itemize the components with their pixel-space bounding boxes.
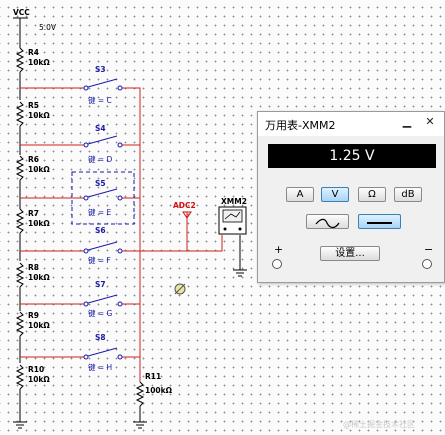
- r4-value: 10kΩ: [28, 58, 50, 67]
- multimeter-titlebar[interactable]: 万用表-XMM2 ▁ ✕: [258, 112, 444, 136]
- settings-button[interactable]: 设置...: [320, 246, 380, 261]
- mode-ammeter-button[interactable]: A: [286, 187, 314, 202]
- s5-name: S5: [95, 179, 106, 188]
- r8-name: R8: [28, 263, 39, 272]
- r5-value: 10kΩ: [28, 111, 50, 120]
- mode-ohmmeter-button[interactable]: Ω: [358, 187, 386, 202]
- multimeter-reading: 1.25 V: [268, 144, 436, 168]
- vcc-source[interactable]: VCC 5.0V: [13, 8, 57, 45]
- ac-mode-button[interactable]: [306, 214, 349, 229]
- s3-key: 键 = C: [88, 95, 112, 105]
- close-icon[interactable]: ✕: [421, 114, 439, 130]
- r10-name: R10: [28, 365, 44, 374]
- dc-mode-button[interactable]: [358, 214, 401, 229]
- dc-line-icon: [367, 222, 392, 224]
- ac-wave-icon: [315, 218, 340, 229]
- vcc-value: 5.0V: [39, 23, 57, 32]
- s6-name: S6: [95, 226, 106, 235]
- negative-terminal[interactable]: [422, 259, 432, 269]
- s4-key: 键 = D: [88, 154, 113, 164]
- r7-value: 10kΩ: [28, 219, 50, 228]
- positive-terminal[interactable]: [272, 259, 282, 269]
- vcc-label: VCC: [13, 8, 30, 17]
- meter-label: XMM2: [221, 197, 247, 206]
- s8-name: S8: [95, 333, 106, 342]
- minimize-icon[interactable]: ▁: [398, 114, 416, 130]
- mode-db-button[interactable]: dB: [394, 187, 422, 202]
- probe-label: ADC2: [173, 201, 196, 210]
- s7-key: 键 = G: [88, 308, 113, 318]
- r5-name: R5: [28, 101, 39, 110]
- r11-value: 100kΩ: [145, 386, 173, 395]
- plus-label: +: [274, 243, 284, 256]
- switch-labels: S3 键 = C S4 键 = D S5 键 = E S6 键 = F S7 键…: [88, 65, 113, 372]
- minus-label: −: [424, 243, 434, 256]
- mouse-cursor-icon: [174, 283, 186, 295]
- watermark: @稀土掘金技术社区: [343, 419, 415, 429]
- r11-name: R11: [145, 372, 161, 381]
- s8-key: 键 = H: [88, 362, 112, 372]
- ground-wires: [133, 235, 247, 429]
- r9-name: R9: [28, 311, 39, 320]
- multimeter-icon[interactable]: XMM2: [218, 197, 247, 235]
- adc2-probe[interactable]: ADC2: [173, 201, 196, 219]
- s3-name: S3: [95, 65, 106, 74]
- r6-value: 10kΩ: [28, 165, 50, 174]
- r10-value: 10kΩ: [28, 375, 50, 384]
- r7-name: R7: [28, 209, 39, 218]
- s5-key: 键 = E: [88, 207, 112, 217]
- r6-name: R6: [28, 155, 39, 164]
- s4-name: S4: [95, 124, 106, 133]
- multimeter-title: 万用表-XMM2: [265, 119, 336, 132]
- s6-key: 键 = F: [88, 255, 111, 265]
- mode-voltmeter-button[interactable]: V: [321, 187, 349, 202]
- s7-name: S7: [95, 280, 106, 289]
- multimeter-window[interactable]: 万用表-XMM2 ▁ ✕ 1.25 V A V Ω dB + − 设置...: [257, 111, 445, 283]
- r4-name: R4: [28, 48, 39, 57]
- signal-wires: [20, 87, 223, 382]
- r9-value: 10kΩ: [28, 321, 50, 330]
- r8-value: 10kΩ: [28, 273, 50, 282]
